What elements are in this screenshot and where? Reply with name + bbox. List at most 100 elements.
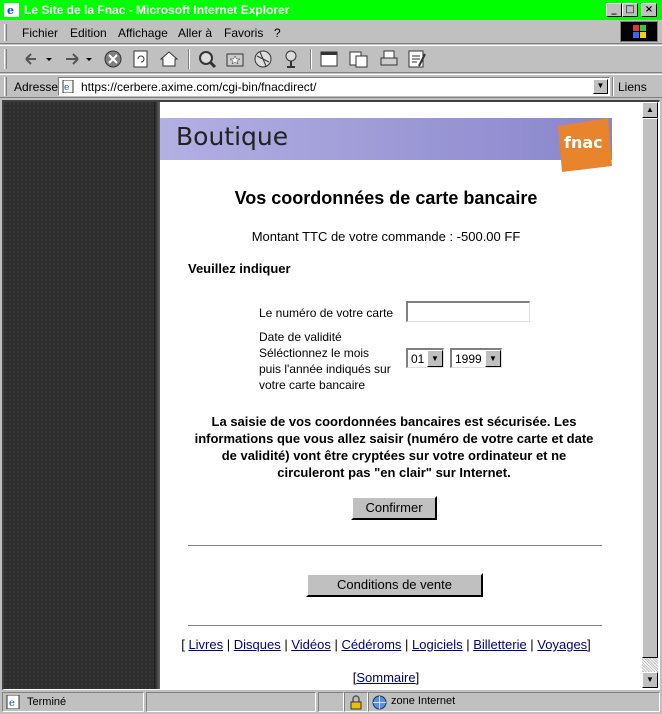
address-grip[interactable] xyxy=(4,77,7,96)
address-url: https://cerbere.axime.com/cgi-bin/fnacdi… xyxy=(81,80,317,94)
nav-link-disques[interactable]: Disques xyxy=(234,637,281,652)
toolbar xyxy=(0,45,662,73)
divider xyxy=(188,545,602,547)
scroll-thumb[interactable] xyxy=(642,118,658,658)
toolbar-grip[interactable] xyxy=(4,49,7,69)
home-icon xyxy=(159,51,179,67)
month-value: 01 xyxy=(411,352,425,366)
month-dropdown-icon[interactable]: ▼ xyxy=(427,350,443,367)
menu-favoris[interactable]: Favoris xyxy=(224,26,263,40)
security-notice-line: circuleront pas "en clair" sur Internet. xyxy=(277,465,511,480)
channels-button[interactable] xyxy=(280,48,302,70)
status-panel xyxy=(318,692,344,712)
back-icon xyxy=(25,53,52,65)
address-input[interactable]: e https://cerbere.axime.com/cgi-bin/fnac… xyxy=(58,77,610,96)
channels-icon xyxy=(285,50,297,68)
toolbar-separator xyxy=(310,49,312,69)
scroll-down-button[interactable]: ▼ xyxy=(642,672,658,688)
card-number-label: Le numéro de votre carte xyxy=(259,306,394,320)
security-notice: La saisie de vos coordonnées bancaires e… xyxy=(184,413,604,481)
address-bar: Adresse e https://cerbere.axime.com/cgi-… xyxy=(0,74,662,98)
nav-link-billetterie[interactable]: Billetterie xyxy=(473,637,526,652)
history-icon xyxy=(254,50,272,68)
divider xyxy=(188,625,602,627)
window-title: Le Site de la Fnac - Microsoft Internet … xyxy=(24,3,290,17)
address-dropdown-button[interactable]: ▼ xyxy=(593,79,608,94)
title-bar: e Le Site de la Fnac - Microsoft Interne… xyxy=(0,0,662,20)
refresh-button[interactable] xyxy=(130,48,152,70)
page-sidebar xyxy=(4,102,154,689)
ie-icon: e xyxy=(4,3,19,17)
print-button[interactable] xyxy=(378,48,400,70)
page-icon: e xyxy=(62,80,74,93)
svg-text:e: e xyxy=(64,83,69,93)
favorites-button[interactable] xyxy=(224,48,246,70)
scroll-up-button[interactable]: ▲ xyxy=(642,102,658,118)
lock-icon xyxy=(350,695,362,710)
status-panel xyxy=(344,692,368,712)
vertical-scrollbar[interactable]: ▲ ▼ xyxy=(642,102,658,688)
security-notice-line: informations que vous allez saisir (numé… xyxy=(194,431,594,446)
validity-line: Date de validité xyxy=(259,330,342,344)
menu-help[interactable]: ? xyxy=(274,26,281,40)
close-button[interactable]: × xyxy=(641,3,657,17)
nav-link-cederoms[interactable]: Cédéroms xyxy=(341,637,401,652)
menu-affichage[interactable]: Affichage xyxy=(118,26,168,40)
mail-icon xyxy=(349,51,368,68)
search-button[interactable] xyxy=(196,48,218,70)
back-button[interactable] xyxy=(22,48,56,70)
year-select[interactable]: 1999 ▼ xyxy=(450,348,502,368)
status-panel xyxy=(146,692,316,712)
home-button[interactable] xyxy=(158,48,180,70)
nav-link-logiciels[interactable]: Logiciels xyxy=(412,637,463,652)
menu-bar: Fichier Edition Affichage Aller à Favori… xyxy=(0,20,662,44)
fnac-logo-text: fnac xyxy=(564,133,603,152)
search-icon xyxy=(199,51,217,69)
confirm-button[interactable]: Confirmer xyxy=(351,496,437,520)
links-button[interactable]: Liens xyxy=(618,80,647,94)
edit-button[interactable] xyxy=(406,48,428,70)
nav-link-livres[interactable]: Livres xyxy=(188,637,223,652)
year-dropdown-icon[interactable]: ▼ xyxy=(485,350,501,367)
browser-viewport: Boutique fnac Vos coordonnées de carte b… xyxy=(2,100,660,690)
nav-link-videos[interactable]: Vidéos xyxy=(291,637,331,652)
security-notice-line: de validité) vont être cryptées sur votr… xyxy=(221,448,567,463)
menu-fichier[interactable]: Fichier xyxy=(22,26,58,40)
status-text: Terminé xyxy=(27,696,67,708)
menu-edition[interactable]: Edition xyxy=(70,26,107,40)
validity-line: votre carte bancaire xyxy=(259,378,366,392)
banner-title: Boutique xyxy=(176,122,289,151)
year-value: 1999 xyxy=(455,352,482,366)
fullscreen-button[interactable] xyxy=(318,48,340,70)
windows-logo-icon xyxy=(620,21,658,42)
stop-button[interactable] xyxy=(102,48,124,70)
zone-text: zone Internet xyxy=(391,695,456,707)
history-button[interactable] xyxy=(252,48,274,70)
menu-aller[interactable]: Aller à xyxy=(178,26,212,40)
forward-button[interactable] xyxy=(62,48,96,70)
conditions-button[interactable]: Conditions de vente xyxy=(306,573,483,597)
validity-line: Séléctionnez le mois xyxy=(259,346,370,360)
indicate-label: Veuillez indiquer xyxy=(188,261,291,276)
nav-link-voyages[interactable]: Voyages xyxy=(537,637,587,652)
page-title: Vos coordonnées de carte bancaire xyxy=(234,188,538,208)
globe-icon xyxy=(372,695,387,710)
toolbar-separator xyxy=(188,49,190,69)
security-notice-line: La saisie de vos coordonnées bancaires e… xyxy=(211,414,577,429)
month-select[interactable]: 01 ▼ xyxy=(406,348,444,368)
favorites-icon xyxy=(226,53,244,67)
status-panel: e Terminé xyxy=(2,692,144,712)
refresh-icon xyxy=(133,50,148,68)
svg-text:e: e xyxy=(7,4,14,17)
fnac-logo[interactable]: fnac xyxy=(554,118,612,172)
mail-button[interactable] xyxy=(348,48,370,70)
sommaire-link[interactable]: Sommaire xyxy=(356,670,415,685)
minimize-button[interactable]: _ xyxy=(606,3,622,17)
order-amount: Montant TTC de votre commande : -500.00 … xyxy=(251,229,521,244)
card-number-input[interactable] xyxy=(406,301,530,322)
menu-grip[interactable] xyxy=(4,24,7,41)
maximize-button[interactable]: □ xyxy=(622,3,638,17)
nav-links: [ Livres | Disques | Vidéos | Cédéroms |… xyxy=(181,637,591,652)
svg-text:e: e xyxy=(9,698,15,709)
stop-icon xyxy=(104,50,122,68)
